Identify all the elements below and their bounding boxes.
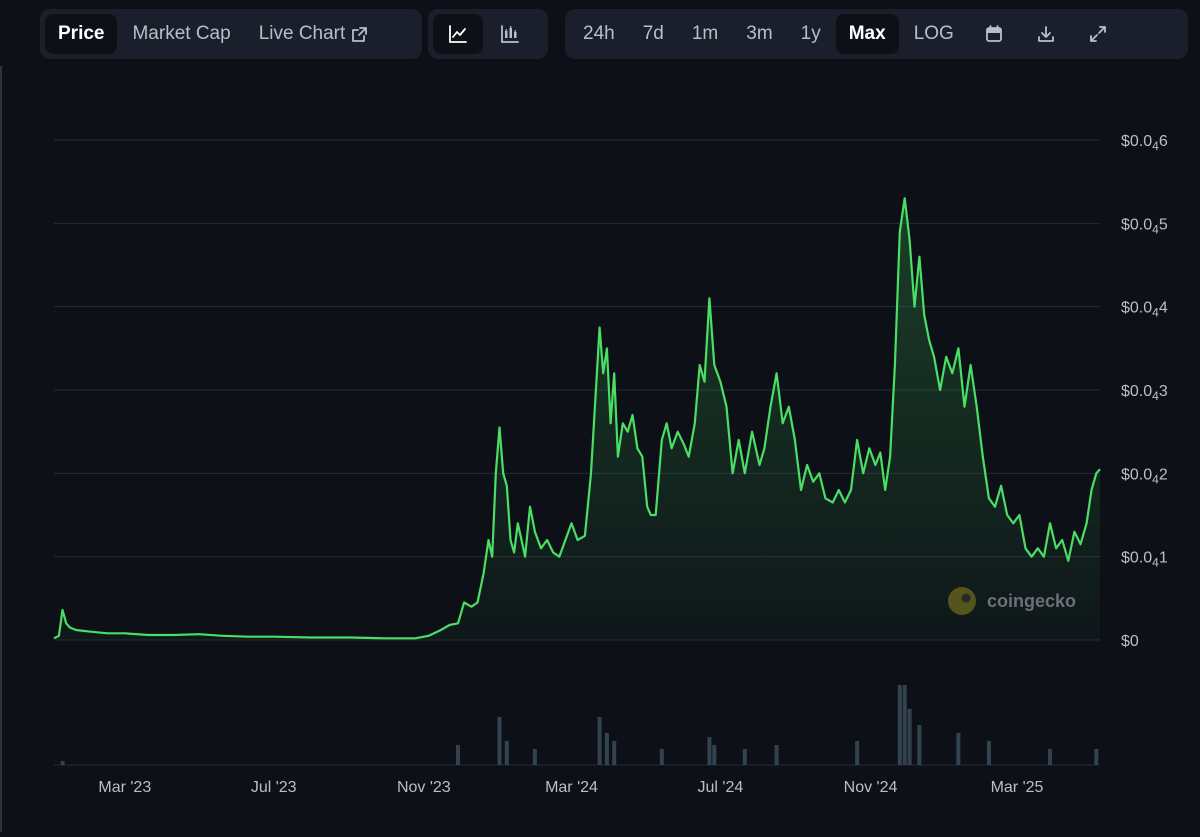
volume-bar xyxy=(917,725,922,765)
volume-bar xyxy=(956,733,961,765)
volume-bar xyxy=(1094,749,1099,765)
volume-bar xyxy=(532,749,537,765)
volume-bar xyxy=(986,741,991,765)
candlestick-chart-button[interactable] xyxy=(485,14,535,54)
volume-bar xyxy=(504,741,509,765)
tab-price[interactable]: Price xyxy=(45,14,118,54)
x-tick-label: Mar '24 xyxy=(545,779,598,796)
range-selector: 24h 7d 1m 3m 1y Max LOG xyxy=(565,9,1188,59)
chart-svg[interactable]: $0 $0.041 $0.042 $0.043 $0.044 $0.045 $0.046 Ma… xyxy=(0,0,1200,832)
volume-bar xyxy=(659,749,664,765)
x-tick-label: Jul '24 xyxy=(698,779,744,796)
y-tick-label: $0.044 xyxy=(1121,300,1168,320)
volume-bar xyxy=(497,717,502,765)
coingecko-logo-eye xyxy=(961,593,971,603)
range-1y-button[interactable]: 1y xyxy=(788,14,834,54)
y-tick-label: $0.041 xyxy=(1121,550,1168,570)
volume-bar xyxy=(712,745,717,765)
volume-bar xyxy=(774,745,779,765)
volume-bar xyxy=(597,717,602,765)
x-tick-label: Mar '25 xyxy=(991,779,1044,796)
line-chart-icon xyxy=(447,23,469,45)
y-tick-label: $0.045 xyxy=(1121,216,1168,236)
range-24h-button[interactable]: 24h xyxy=(570,14,628,54)
volume-bar xyxy=(60,761,65,765)
volume-bar xyxy=(907,709,912,765)
tab-live-chart[interactable]: Live Chart xyxy=(246,14,382,54)
expand-icon xyxy=(1088,24,1108,44)
x-tick-label: Nov '24 xyxy=(844,779,898,796)
volume-bar xyxy=(855,741,860,765)
y-tick-label: $0.042 xyxy=(1121,466,1168,486)
volume-bar xyxy=(604,733,609,765)
y-tick-label: $0.043 xyxy=(1121,383,1168,403)
date-range-button[interactable] xyxy=(969,14,1019,54)
range-max-button[interactable]: Max xyxy=(835,14,899,54)
x-tick-label: Nov '23 xyxy=(397,779,451,796)
volume-bar xyxy=(902,685,907,765)
view-tabs: Price Market Cap Live Chart xyxy=(40,9,422,59)
coingecko-logo-icon xyxy=(948,587,976,615)
log-scale-button[interactable]: LOG xyxy=(901,14,967,54)
chart-toolbar: Price Market Cap Live Chart 24h 7d 1m 3m… xyxy=(40,9,1188,59)
fullscreen-button[interactable] xyxy=(1073,14,1123,54)
x-tick-label: Mar '23 xyxy=(98,779,151,796)
download-button[interactable] xyxy=(1021,14,1071,54)
external-link-icon xyxy=(351,26,368,43)
candlestick-chart-icon xyxy=(499,23,521,45)
line-chart-button[interactable] xyxy=(433,14,483,54)
volume-bar xyxy=(742,749,747,765)
tab-market-cap[interactable]: Market Cap xyxy=(119,14,243,54)
calendar-icon xyxy=(984,24,1004,44)
y-tick-label: $0.046 xyxy=(1121,133,1168,153)
x-tick-label: Jul '23 xyxy=(251,779,297,796)
y-tick-label: $0 xyxy=(1121,633,1139,650)
volume-bar xyxy=(1047,749,1052,765)
chart-type-toggle xyxy=(428,9,548,59)
volume-bar xyxy=(455,745,460,765)
download-icon xyxy=(1036,24,1056,44)
volume-bar xyxy=(612,741,617,765)
range-3m-button[interactable]: 3m xyxy=(733,14,785,54)
coingecko-watermark: coingecko xyxy=(987,591,1076,611)
price-area xyxy=(54,198,1100,641)
volume-bar xyxy=(897,685,902,765)
range-1m-button[interactable]: 1m xyxy=(679,14,731,54)
volume-bar xyxy=(707,737,712,765)
range-7d-button[interactable]: 7d xyxy=(630,14,677,54)
price-chart[interactable]: $0 $0.041 $0.042 $0.043 $0.044 $0.045 $0.046 Ma… xyxy=(0,0,1200,832)
